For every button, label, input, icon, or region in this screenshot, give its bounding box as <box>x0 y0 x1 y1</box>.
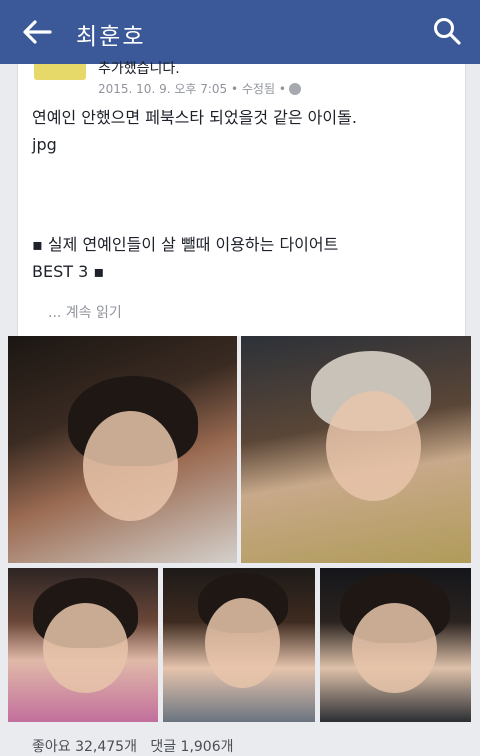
post-text-line: 연예인 안했으면 페북스타 되었을것 같은 아이돌. <box>32 108 357 127</box>
post-timestamp[interactable]: 2015. 10. 9. 오후 7:05 • 수정됨 • <box>98 82 286 96</box>
back-arrow-icon[interactable] <box>20 16 54 48</box>
post-photo[interactable] <box>8 568 158 722</box>
highlight-line: BEST 3 ▪ <box>32 262 105 281</box>
post-photo[interactable] <box>8 336 237 563</box>
post-header-action: 추가했습니다. <box>98 61 180 77</box>
post-stats: 좋아요 32,475개 댓글 1,906개 <box>32 736 234 756</box>
app-bar: 최훈호 <box>0 0 480 64</box>
globe-icon <box>288 83 301 95</box>
post-photo[interactable] <box>241 336 471 563</box>
post-photo[interactable] <box>320 568 471 722</box>
post-body: 연예인 안했으면 페북스타 되었을것 같은 아이돌. jpg <box>32 104 457 158</box>
see-more-link[interactable]: ... 계속 읽기 <box>48 302 122 322</box>
post-highlight: ▪ 실제 연예인들이 살 뺄때 이용하는 다이어트 BEST 3 ▪ <box>32 231 457 285</box>
post-meta: 2015. 10. 9. 오후 7:05 • 수정됨 • <box>98 80 301 97</box>
post-text-line: jpg <box>32 135 57 154</box>
page-title: 최훈호 <box>76 24 146 50</box>
likes-count[interactable]: 좋아요 32,475개 <box>32 739 137 755</box>
comments-count[interactable]: 댓글 1,906개 <box>150 739 233 755</box>
post-card: 추가했습니다. 2015. 10. 9. 오후 7:05 • 수정됨 • 연예인… <box>17 61 466 336</box>
search-icon[interactable] <box>432 16 462 46</box>
post-photo[interactable] <box>163 568 315 722</box>
highlight-line: ▪ 실제 연예인들이 살 뺄때 이용하는 다이어트 <box>32 235 339 254</box>
avatar[interactable] <box>34 64 86 80</box>
